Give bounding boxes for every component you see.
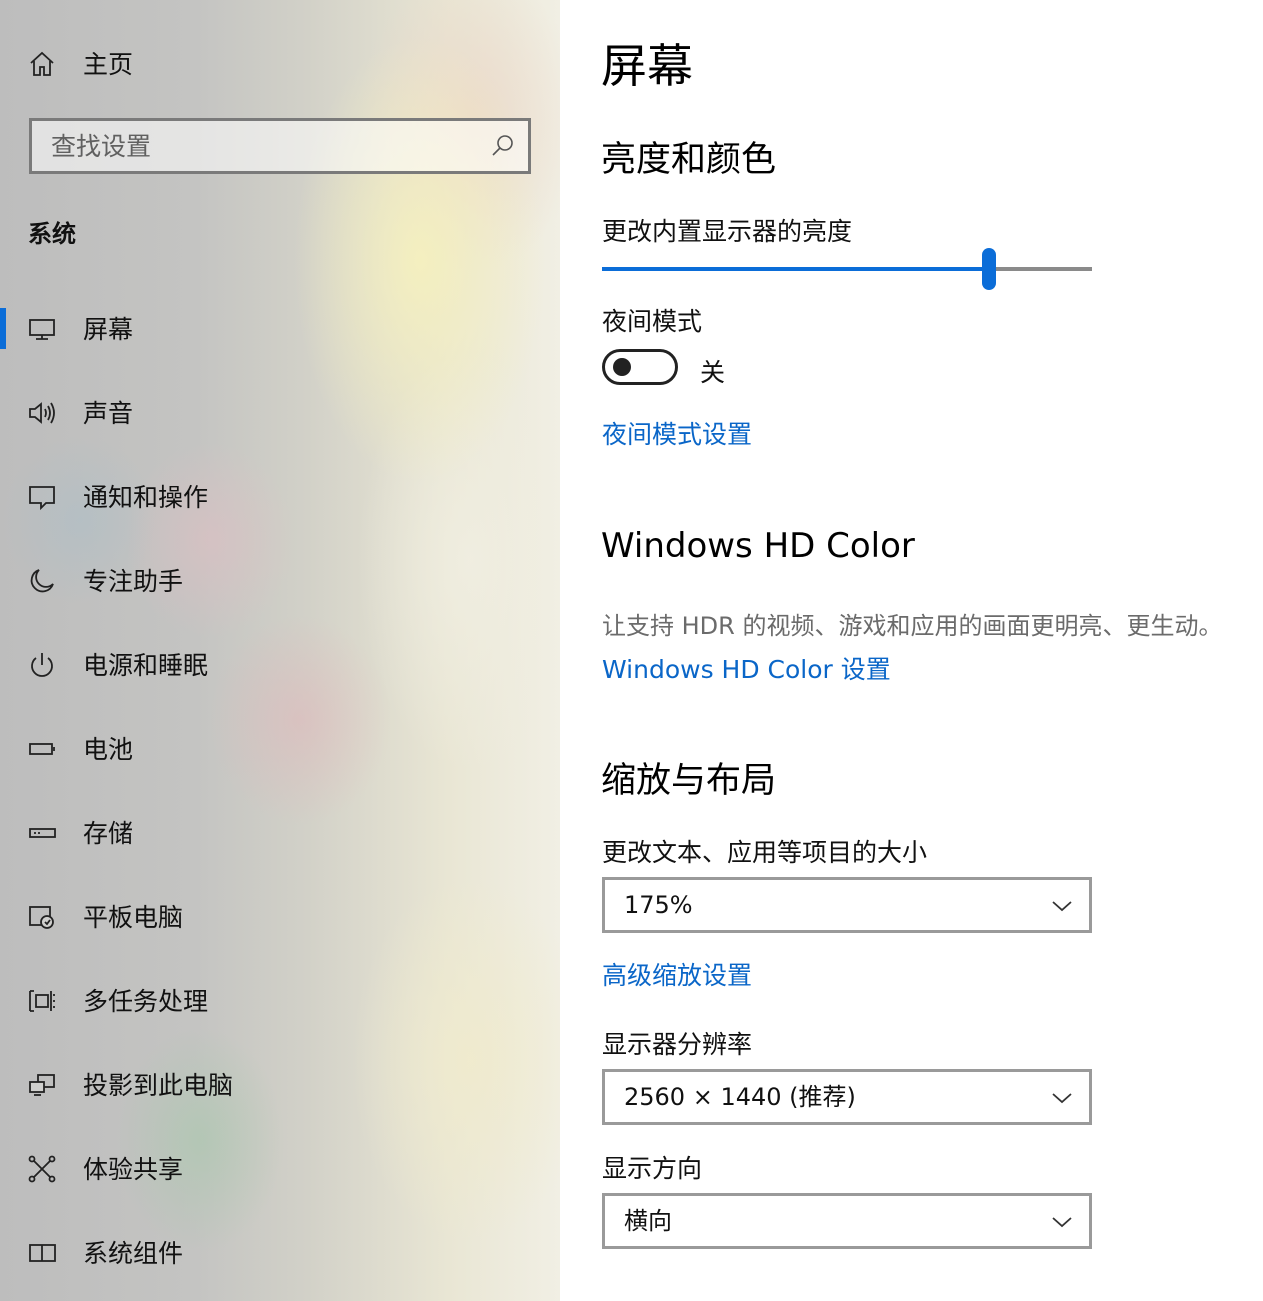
system-components-icon xyxy=(26,1237,58,1269)
hdr-section-title: Windows HD Color xyxy=(601,526,915,566)
slider-thumb[interactable] xyxy=(982,248,997,290)
chevron-down-icon xyxy=(1051,895,1073,917)
scale-layout-section-title: 缩放与布局 xyxy=(601,761,777,801)
toggle-knob xyxy=(613,358,631,376)
night-light-toggle[interactable] xyxy=(602,349,678,385)
sidebar-item-label: 屏幕 xyxy=(83,314,134,344)
storage-drive-icon xyxy=(26,817,58,849)
display-settings-page: 屏幕 亮度和颜色 更改内置显示器的亮度 夜间模式 关 夜间模式设置 Window… xyxy=(560,0,1263,1301)
scale-dropdown[interactable]: 175% xyxy=(602,877,1092,933)
sidebar-item-label: 声音 xyxy=(83,398,134,428)
hdr-settings-link[interactable]: Windows HD Color 设置 xyxy=(602,650,891,686)
sidebar-item-label: 投影到此电脑 xyxy=(83,1070,234,1100)
orientation-dropdown-value: 横向 xyxy=(624,1207,672,1235)
sidebar-item-storage[interactable]: 存储 xyxy=(0,803,560,863)
notification-icon xyxy=(26,481,58,513)
slider-fill xyxy=(602,267,990,271)
sidebar-item-battery[interactable]: 电池 xyxy=(0,719,560,779)
chevron-down-icon xyxy=(1051,1211,1073,1233)
resolution-label: 显示器分辨率 xyxy=(602,1030,753,1059)
orientation-dropdown[interactable]: 横向 xyxy=(602,1193,1092,1249)
chevron-down-icon xyxy=(1051,1087,1073,1109)
sidebar-item-label: 多任务处理 xyxy=(83,986,209,1016)
sidebar-item-label: 系统组件 xyxy=(83,1238,184,1268)
shared-experiences-icon xyxy=(26,1153,58,1185)
sidebar-item-power-sleep[interactable]: 电源和睡眠 xyxy=(0,635,560,695)
sidebar-item-notifications[interactable]: 通知和操作 xyxy=(0,467,560,527)
sidebar-item-project-to-pc[interactable]: 投影到此电脑 xyxy=(0,1055,560,1115)
settings-sidebar: 主页 系统 屏幕 声音 xyxy=(0,0,560,1301)
home-label: 主页 xyxy=(83,49,134,79)
sidebar-item-label: 电池 xyxy=(83,734,134,764)
hdr-description: 让支持 HDR 的视频、游戏和应用的画面更明亮、更生动。 xyxy=(602,612,1223,640)
sidebar-item-label: 通知和操作 xyxy=(83,482,209,512)
sidebar-item-shared-experiences[interactable]: 体验共享 xyxy=(0,1139,560,1199)
battery-icon xyxy=(26,733,58,765)
sidebar-item-tablet[interactable]: 平板电脑 xyxy=(0,887,560,947)
night-light-state: 关 xyxy=(700,358,726,387)
sidebar-item-label: 电源和睡眠 xyxy=(83,650,209,680)
home-nav-item[interactable]: 主页 xyxy=(0,34,560,94)
sidebar-item-label: 专注助手 xyxy=(83,566,184,596)
tablet-mode-icon xyxy=(26,901,58,933)
sidebar-item-label: 存储 xyxy=(83,818,134,848)
night-light-label: 夜间模式 xyxy=(602,307,703,336)
sidebar-item-sound[interactable]: 声音 xyxy=(0,383,560,443)
orientation-label: 显示方向 xyxy=(602,1154,703,1183)
sidebar-item-display[interactable]: 屏幕 xyxy=(0,299,560,359)
sidebar-item-focus-assist[interactable]: 专注助手 xyxy=(0,551,560,611)
power-icon xyxy=(26,649,58,681)
home-icon xyxy=(26,48,58,80)
scale-dropdown-value: 175% xyxy=(624,891,693,919)
night-light-settings-link[interactable]: 夜间模式设置 xyxy=(602,415,752,451)
project-to-pc-icon xyxy=(26,1069,58,1101)
advanced-scaling-link[interactable]: 高级缩放设置 xyxy=(602,956,752,992)
resolution-dropdown[interactable]: 2560 × 1440 (推荐) xyxy=(602,1069,1092,1125)
resolution-dropdown-value: 2560 × 1440 (推荐) xyxy=(624,1083,856,1111)
brightness-label: 更改内置显示器的亮度 xyxy=(602,217,853,246)
sidebar-item-system-components[interactable]: 系统组件 xyxy=(0,1223,560,1283)
sidebar-item-label: 体验共享 xyxy=(83,1154,184,1184)
sidebar-item-label: 平板电脑 xyxy=(83,902,184,932)
search-input[interactable] xyxy=(32,121,481,171)
multitasking-icon xyxy=(26,985,58,1017)
brightness-color-section-title: 亮度和颜色 xyxy=(601,140,777,180)
sidebar-item-multitasking[interactable]: 多任务处理 xyxy=(0,971,560,1031)
monitor-icon xyxy=(26,313,58,345)
moon-icon xyxy=(26,565,58,597)
speaker-icon xyxy=(26,397,58,429)
page-title: 屏幕 xyxy=(601,39,693,93)
brightness-slider[interactable] xyxy=(602,248,1092,290)
system-section-heading: 系统 xyxy=(28,220,76,248)
scale-label: 更改文本、应用等项目的大小 xyxy=(602,838,928,867)
settings-search-box[interactable] xyxy=(29,118,531,174)
search-icon[interactable] xyxy=(490,133,516,159)
